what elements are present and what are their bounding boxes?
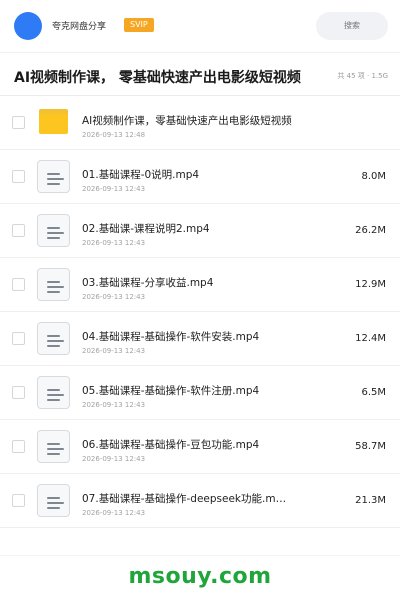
list-item[interactable]: 04.基础课程-基础操作-软件安装.mp4 2026-09-13 12:43 1…: [0, 312, 400, 366]
row-checkbox[interactable]: [12, 170, 25, 183]
file-date: 2026-09-13 12:43: [82, 239, 146, 247]
avatar[interactable]: [14, 12, 42, 40]
row-checkbox[interactable]: [12, 116, 25, 129]
file-size: 12.9M: [355, 279, 386, 290]
file-name: AI视频制作课，零基础快速产出电影级短视频: [82, 115, 292, 127]
file-name: 04.基础课程-基础操作-软件安装.mp4: [82, 331, 260, 343]
list-item[interactable]: 02.基础课-课程说明2.mp4 2026-09-13 12:43 26.2M: [0, 204, 400, 258]
document-icon: [37, 268, 70, 301]
file-list: AI视频制作课，零基础快速产出电影级短视频 2026-09-13 12:48 0…: [0, 96, 400, 528]
search-input[interactable]: [316, 12, 388, 40]
row-checkbox[interactable]: [12, 386, 25, 399]
list-item[interactable]: 03.基础课程-分享收益.mp4 2026-09-13 12:43 12.9M: [0, 258, 400, 312]
row-checkbox[interactable]: [12, 278, 25, 291]
list-item[interactable]: 05.基础课程-基础操作-软件注册.mp4 2026-09-13 12:43 6…: [0, 366, 400, 420]
page-title: AI视频制作课， 零基础快速产出电影级短视频: [14, 70, 301, 86]
file-size: 58.7M: [355, 441, 386, 452]
file-date: 2026-09-13 12:43: [82, 509, 146, 517]
file-name: 05.基础课程-基础操作-软件注册.mp4: [82, 385, 260, 397]
row-checkbox[interactable]: [12, 440, 25, 453]
file-size: 8.0M: [361, 171, 386, 182]
file-name: 01.基础课程-0说明.mp4: [82, 169, 200, 181]
document-icon: [37, 430, 70, 463]
file-date: 2026-09-13 12:43: [82, 347, 146, 355]
share-title-bar: AI视频制作课， 零基础快速产出电影级短视频 共 45 项 · 1.5G: [0, 52, 400, 96]
file-size: 12.4M: [355, 333, 386, 344]
document-icon: [37, 484, 70, 517]
file-date: 2026-09-13 12:43: [82, 455, 146, 463]
file-date: 2026-09-13 12:43: [82, 293, 146, 301]
folder-icon: [39, 109, 68, 134]
list-item[interactable]: AI视频制作课，零基础快速产出电影级短视频 2026-09-13 12:48: [0, 96, 400, 150]
footer: msouy.com: [0, 555, 400, 600]
file-size: 26.2M: [355, 225, 386, 236]
document-icon: [37, 322, 70, 355]
list-item[interactable]: 01.基础课程-0说明.mp4 2026-09-13 12:43 8.0M: [0, 150, 400, 204]
file-size: 21.3M: [355, 495, 386, 506]
file-name: 02.基础课-课程说明2.mp4: [82, 223, 210, 235]
file-date: 2026-09-13 12:43: [82, 401, 146, 409]
file-name: 07.基础课程-基础操作-deepseek功能.m…: [82, 493, 287, 505]
row-checkbox[interactable]: [12, 224, 25, 237]
row-checkbox[interactable]: [12, 332, 25, 345]
document-icon: [37, 160, 70, 193]
watermark-text: msouy.com: [128, 564, 272, 589]
document-icon: [37, 214, 70, 247]
list-item[interactable]: 07.基础课程-基础操作-deepseek功能.m… 2026-09-13 12…: [0, 474, 400, 528]
file-size: 6.5M: [361, 387, 386, 398]
svip-badge[interactable]: SVIP: [124, 18, 154, 32]
list-item[interactable]: 06.基础课程-基础操作-豆包功能.mp4 2026-09-13 12:43 5…: [0, 420, 400, 474]
file-date: 2026-09-13 12:43: [82, 185, 146, 193]
file-date: 2026-09-13 12:48: [82, 131, 146, 139]
share-summary: 共 45 项 · 1.5G: [337, 72, 388, 80]
brand-label: 夸克网盘分享: [52, 22, 107, 32]
document-icon: [37, 376, 70, 409]
app-header: 夸克网盘分享 SVIP: [0, 0, 400, 52]
row-checkbox[interactable]: [12, 494, 25, 507]
file-name: 06.基础课程-基础操作-豆包功能.mp4: [82, 439, 260, 451]
file-name: 03.基础课程-分享收益.mp4: [82, 277, 214, 289]
